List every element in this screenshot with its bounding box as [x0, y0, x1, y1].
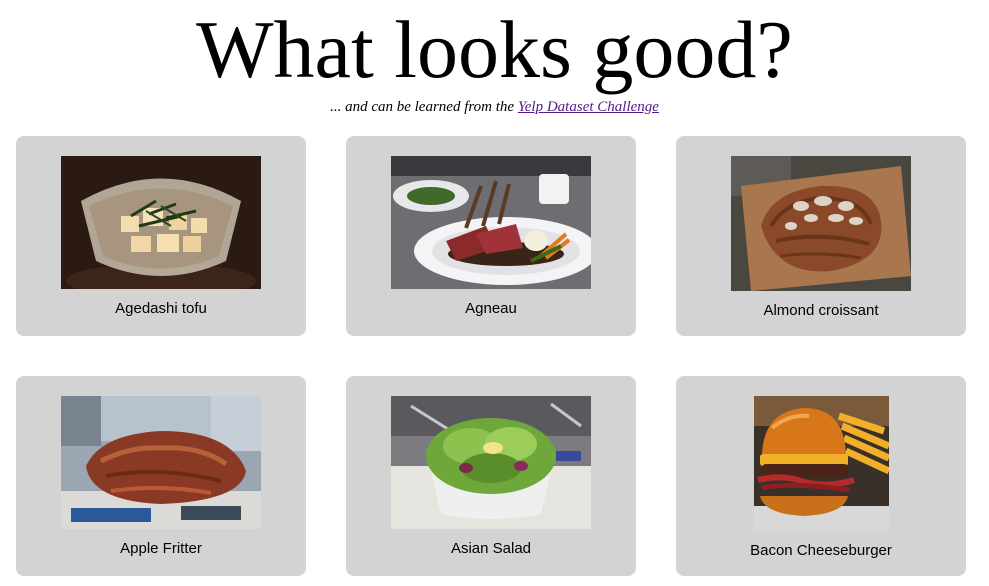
agedashi-tofu-photo — [61, 156, 261, 289]
dish-name: Almond croissant — [763, 302, 879, 319]
dish-name: Agedashi tofu — [115, 300, 207, 317]
dish-card-agedashi-tofu[interactable]: Agedashi tofu — [16, 136, 306, 336]
apple-fritter-photo — [61, 396, 261, 529]
almond-croissant-photo — [731, 156, 911, 291]
dish-name: Bacon Cheeseburger — [750, 542, 892, 559]
dish-name: Asian Salad — [450, 540, 532, 557]
asian-salad-photo — [391, 396, 591, 529]
dish-name: Apple Fritter — [120, 540, 202, 557]
dish-card-agneau[interactable]: Agneau — [346, 136, 636, 336]
dish-card-bacon-cheeseburger[interactable]: Bacon Cheeseburger — [676, 376, 966, 576]
subtitle-text: ... and can be learned from the — [330, 99, 518, 115]
agneau-photo — [391, 156, 591, 289]
bacon-cheeseburger-photo — [754, 396, 889, 531]
dish-card-asian-salad[interactable]: Asian Salad — [346, 376, 636, 576]
dish-card-apple-fritter[interactable]: Apple Fritter — [16, 376, 306, 576]
page-title: What looks good? — [196, 4, 793, 95]
yelp-dataset-link[interactable]: Yelp Dataset Challenge — [518, 99, 659, 115]
page-subtitle: ... and can be learned from the Yelp Dat… — [0, 98, 989, 116]
dish-card-almond-croissant[interactable]: Almond croissant — [676, 136, 966, 336]
dish-name: Agneau — [465, 300, 517, 317]
